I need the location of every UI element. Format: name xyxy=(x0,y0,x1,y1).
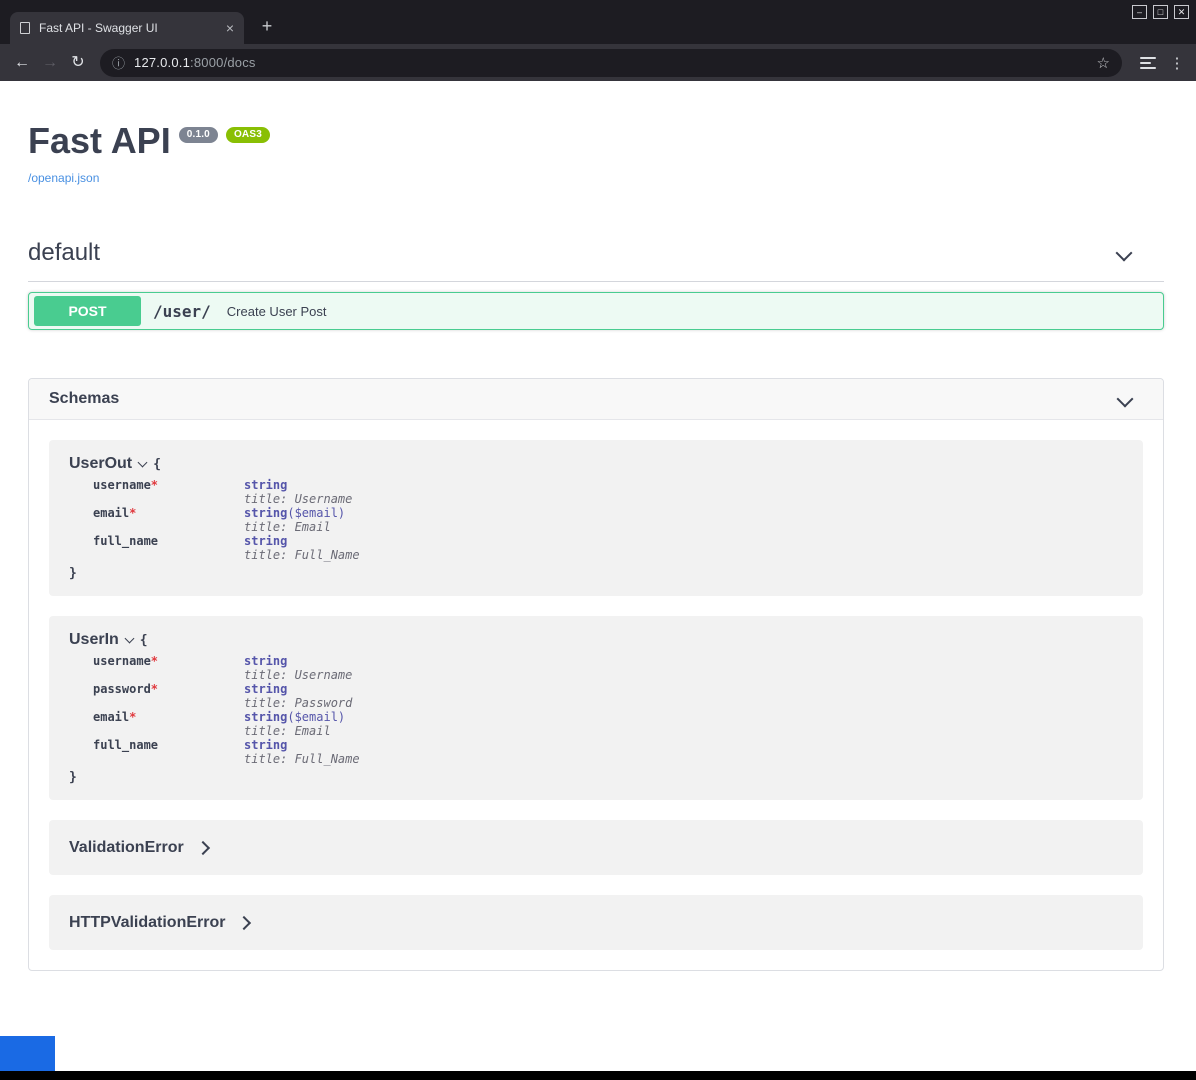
property-name: username xyxy=(93,654,151,668)
property-row: username* string title: Username xyxy=(93,478,1123,506)
model-userout-toggle[interactable]: UserOut { xyxy=(69,455,1123,473)
model-title: UserOut xyxy=(69,455,132,473)
required-star: * xyxy=(151,478,158,492)
browser-toolbar: ← → ↻ ⓘ 127.0.0.1:8000/docs ☆ ⋮ xyxy=(0,44,1196,81)
property-row: password* string title: Password xyxy=(93,682,1123,710)
property-name: username xyxy=(93,478,151,492)
property-title: title: Username xyxy=(244,668,352,682)
chevron-right-icon xyxy=(237,915,251,929)
property-title: title: Password xyxy=(244,696,352,710)
schemas-header[interactable]: Schemas xyxy=(29,379,1163,420)
property-row: email* string($email) title: Email xyxy=(93,506,1123,534)
window-minimize-button[interactable]: – xyxy=(1132,5,1147,19)
page-title: Fast API 0.1.0 OAS3 xyxy=(28,123,1164,159)
version-badge: 0.1.0 xyxy=(179,127,218,143)
required-star: * xyxy=(129,710,136,724)
model-userin-toggle[interactable]: UserIn { xyxy=(69,631,1123,649)
forward-button[interactable]: → xyxy=(36,49,64,77)
models-list: UserOut { username* string title: Userna… xyxy=(29,420,1163,970)
property-name: full_name xyxy=(93,738,158,752)
open-brace: { xyxy=(140,633,148,648)
browser-titlebar: – □ ✕ Fast API - Swagger UI × + xyxy=(0,0,1196,44)
api-title-text: Fast API xyxy=(28,120,171,161)
url-path: :8000/docs xyxy=(190,55,256,70)
property-row: full_name string title: Full_Name xyxy=(93,738,1123,766)
property-type: string xyxy=(244,534,287,548)
model-httpvalidationerror[interactable]: HTTPValidationError xyxy=(49,895,1143,950)
schemas-section: Schemas UserOut { username* s xyxy=(28,378,1164,971)
property-row: full_name string title: Full_Name xyxy=(93,534,1123,562)
tab-close-icon[interactable]: × xyxy=(226,21,234,35)
chevron-right-icon xyxy=(196,840,210,854)
oas3-badge: OAS3 xyxy=(226,127,270,143)
desktop-strip xyxy=(0,1036,1196,1080)
menu-dots-icon[interactable]: ⋮ xyxy=(1166,54,1188,72)
model-validationerror[interactable]: ValidationError xyxy=(49,820,1143,875)
method-badge: POST xyxy=(34,296,141,326)
open-brace: { xyxy=(153,457,161,472)
tag-section-default[interactable]: default xyxy=(28,239,1164,282)
property-title: title: Username xyxy=(244,492,352,506)
property-type: string xyxy=(244,654,287,668)
new-tab-button[interactable]: + xyxy=(254,14,280,40)
property-row: email* string($email) title: Email xyxy=(93,710,1123,738)
back-button[interactable]: ← xyxy=(8,49,36,77)
close-brace: } xyxy=(69,770,1123,785)
chevron-down-icon xyxy=(124,634,134,644)
property-name: full_name xyxy=(93,534,158,548)
model-title: HTTPValidationError xyxy=(69,914,225,932)
property-type: string xyxy=(244,682,287,696)
openapi-link[interactable]: /openapi.json xyxy=(28,171,99,185)
property-title: title: Email xyxy=(244,520,345,534)
required-star: * xyxy=(129,506,136,520)
tune-icon[interactable] xyxy=(1140,57,1156,69)
property-title: title: Full_Name xyxy=(244,548,360,562)
document-icon xyxy=(20,22,30,34)
property-format: ($email) xyxy=(287,506,345,520)
tab-title: Fast API - Swagger UI xyxy=(39,21,220,35)
property-name: email xyxy=(93,506,129,520)
window-maximize-button[interactable]: □ xyxy=(1153,5,1168,19)
property-type: string xyxy=(244,738,287,752)
model-title: UserIn xyxy=(69,631,119,649)
required-star: * xyxy=(151,682,158,696)
close-brace: } xyxy=(69,566,1123,581)
reload-button[interactable]: ↻ xyxy=(64,49,92,77)
property-type: string xyxy=(244,478,287,492)
chevron-down-icon xyxy=(138,458,148,468)
bookmark-star-icon[interactable]: ☆ xyxy=(1097,54,1110,72)
url-host: 127.0.0.1 xyxy=(134,55,190,70)
property-format: ($email) xyxy=(287,710,345,724)
chevron-down-icon[interactable] xyxy=(1117,391,1134,408)
schemas-title: Schemas xyxy=(49,390,119,408)
operation-summary: Create User Post xyxy=(227,304,327,319)
desktop-blue-block xyxy=(0,1036,55,1071)
property-title: title: Full_Name xyxy=(244,752,360,766)
required-star: * xyxy=(151,654,158,668)
screen: – □ ✕ Fast API - Swagger UI × + ← → ↻ ⓘ … xyxy=(0,0,1196,1080)
model-properties: username* string title: Username passwor… xyxy=(93,654,1123,766)
model-properties: username* string title: Username email* … xyxy=(93,478,1123,562)
model-title: ValidationError xyxy=(69,839,184,857)
desktop-black-bar xyxy=(0,1071,1196,1080)
window-controls: – □ ✕ xyxy=(1132,5,1189,19)
site-info-icon[interactable]: ⓘ xyxy=(112,53,125,72)
url-text: 127.0.0.1:8000/docs xyxy=(134,55,256,70)
property-type: string xyxy=(244,710,287,724)
page-content: Fast API0.1.0OAS3 /openapi.json default … xyxy=(0,81,1196,1036)
operation-path: /user/ xyxy=(153,302,211,321)
model-userin: UserIn { username* string title: Usernam… xyxy=(49,616,1143,800)
property-row: username* string title: Username xyxy=(93,654,1123,682)
url-bar[interactable]: ⓘ 127.0.0.1:8000/docs ☆ xyxy=(100,49,1122,77)
chevron-down-icon[interactable] xyxy=(1116,245,1133,262)
model-userout: UserOut { username* string title: Userna… xyxy=(49,440,1143,596)
opblock-post-user[interactable]: POST /user/ Create User Post xyxy=(28,292,1164,330)
property-name: email xyxy=(93,710,129,724)
property-name: password xyxy=(93,682,151,696)
browser-tab[interactable]: Fast API - Swagger UI × xyxy=(10,12,244,44)
window-close-button[interactable]: ✕ xyxy=(1174,5,1189,19)
tag-label: default xyxy=(28,239,100,267)
property-title: title: Email xyxy=(244,724,345,738)
property-type: string xyxy=(244,506,287,520)
